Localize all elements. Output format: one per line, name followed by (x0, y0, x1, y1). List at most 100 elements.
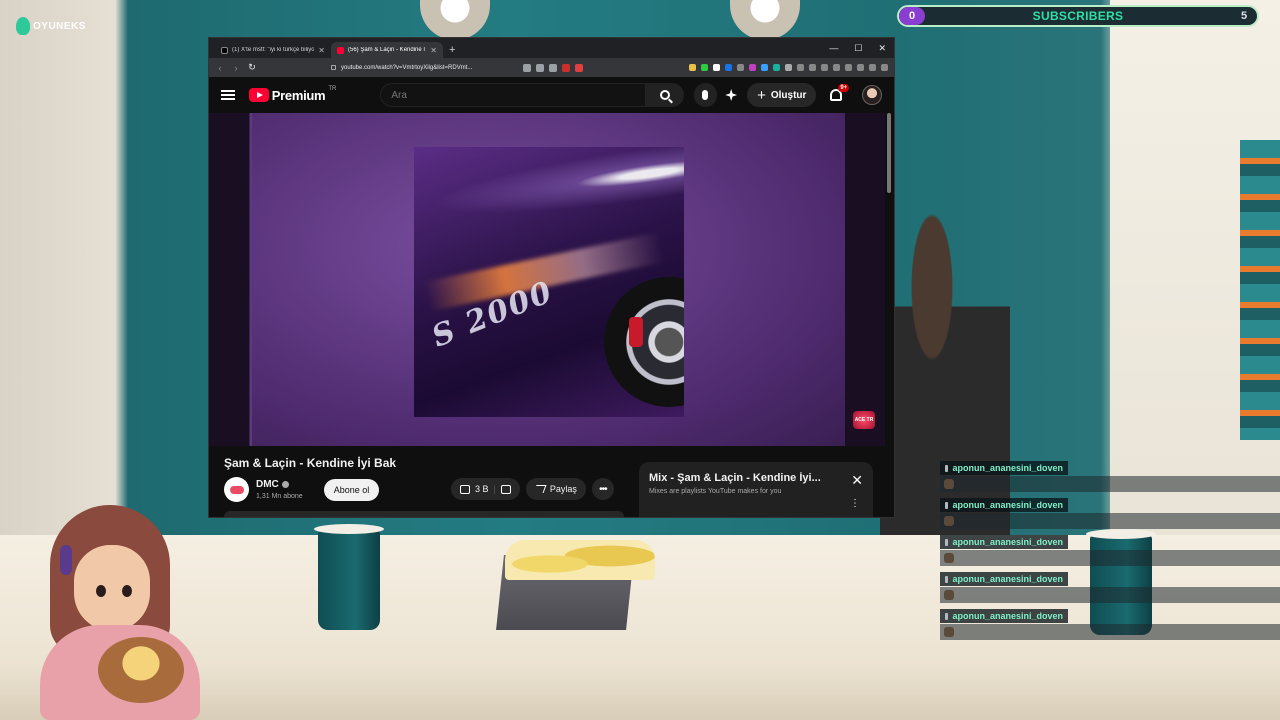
extension-icon[interactable] (821, 64, 828, 71)
youtube-icon (337, 46, 344, 54)
address-actions (523, 63, 583, 72)
channel-info: DMC 1,31 Mn abone (256, 479, 303, 500)
youtube-brand: Premium (271, 87, 326, 103)
close-icon[interactable]: ✕ (318, 46, 325, 55)
site-info-icon[interactable] (331, 65, 336, 70)
extension-icon[interactable] (749, 64, 756, 71)
cast-icon[interactable] (523, 63, 531, 72)
tab-label: (56) Şam & Laçin - Kendine İ (348, 47, 426, 53)
reload-icon[interactable]: ↻ (247, 62, 257, 73)
verified-icon (281, 481, 289, 488)
plus-icon: + (757, 86, 766, 104)
chat-username: aponun_ananesini_doven (952, 574, 1063, 584)
description-box[interactable] (224, 511, 624, 517)
kebab-menu-icon[interactable]: ⋮ (850, 499, 860, 509)
youtube-icon (248, 88, 269, 102)
close-icon[interactable]: ✕ (430, 46, 437, 55)
extension-toolbar (689, 64, 888, 71)
video-title: Şam & Laçin - Kendine İyi Bak (224, 456, 397, 470)
zoom-icon[interactable] (536, 63, 544, 72)
bell-icon[interactable]: 9+ (830, 84, 850, 101)
thumbs-up-icon (460, 484, 470, 494)
extension-icon[interactable] (857, 64, 864, 71)
chat-message: aponun_ananesini_doven (940, 461, 1280, 492)
streamer-avatar-character (30, 505, 210, 720)
url-field[interactable]: youtube.com/watch?v=VmtrtoyXilg&list=RDV… (331, 65, 511, 71)
ai-spark-icon[interactable] (725, 89, 738, 101)
youtube-logo[interactable]: Premium TR (248, 86, 336, 103)
minimize-button[interactable]: — (829, 43, 838, 54)
tab-strip: (1) X'te mstf: "iyi ki türkçe biliyorum … (209, 38, 894, 58)
mix-subtitle: Mixes are playlists YouTube makes for yo… (649, 488, 782, 495)
chat-message: aponun_ananesini_doven (940, 609, 1280, 640)
create-button[interactable]: + Oluştur (747, 83, 817, 107)
back-icon[interactable]: ‹ (215, 63, 225, 73)
extension-icon[interactable] (869, 64, 876, 71)
subscriber-label: SUBSCRIBERS (1032, 9, 1124, 23)
mix-title[interactable]: Mix - Şam & Laçin - Kendine İyi... (649, 472, 835, 484)
browser-window[interactable]: (1) X'te mstf: "iyi ki türkçe biliyorum … (208, 37, 895, 518)
search-button[interactable] (646, 83, 684, 107)
chat-username: aponun_ananesini_doven (952, 537, 1063, 547)
create-label: Oluştur (770, 89, 807, 101)
user-badge-icon (945, 575, 949, 583)
extension-icon[interactable] (809, 64, 816, 71)
search-input[interactable]: Ara (380, 83, 647, 107)
scrollbar[interactable] (887, 113, 891, 193)
emote-icon (944, 516, 954, 526)
subscriber-goal-bar: 0 SUBSCRIBERS 5 (897, 5, 1259, 27)
user-badge-icon (945, 538, 949, 546)
more-actions-button[interactable]: ••• (591, 478, 614, 500)
video-actions: 3 B | Paylaş ••• (451, 478, 614, 500)
extension-icon[interactable] (845, 64, 852, 71)
share-icon[interactable] (549, 63, 557, 72)
mic-icon (702, 90, 709, 100)
extension-icon[interactable] (881, 64, 888, 71)
tab-youtube[interactable]: (56) Şam & Laçin - Kendine İ ✕ (331, 42, 443, 58)
extension-icon[interactable] (773, 64, 780, 71)
channel-subscribers: 1,31 Mn abone (256, 493, 303, 500)
close-icon[interactable]: ✕ (851, 472, 863, 489)
maximize-button[interactable]: ☐ (854, 43, 862, 54)
extension-icon[interactable] (737, 64, 744, 71)
chat-message: aponun_ananesini_doven (940, 535, 1280, 566)
extension-icon[interactable] (689, 64, 696, 71)
extension-icon[interactable] (701, 64, 708, 71)
url-text: youtube.com/watch?v=VmtrtoyXilg&list=RDV… (341, 64, 473, 71)
like-dislike-button[interactable]: 3 B | (451, 478, 520, 500)
scene-shelf (1240, 140, 1280, 440)
forward-icon[interactable]: › (231, 63, 241, 73)
headset-icon (60, 545, 72, 575)
channel-watermark[interactable]: ACE TR (853, 411, 875, 429)
channel-name[interactable]: DMC (256, 479, 303, 490)
extension-icon[interactable] (562, 63, 570, 72)
close-button[interactable]: ✕ (878, 43, 886, 54)
extension-icon[interactable] (713, 64, 720, 71)
extension-icon[interactable] (725, 64, 732, 71)
album-cover: S 2000 (414, 147, 684, 417)
stream-logo: OYUNEKS (16, 17, 86, 35)
logo-text: OYUNEKS (33, 20, 86, 32)
extension-icon[interactable] (785, 64, 792, 71)
voice-search-button[interactable] (693, 83, 718, 107)
emote-icon (944, 590, 954, 600)
subscriber-goal: 5 (1240, 10, 1248, 22)
chat-message: aponun_ananesini_doven (940, 498, 1280, 529)
new-tab-button[interactable]: + (449, 44, 455, 56)
thumbs-down-icon[interactable] (500, 484, 511, 494)
channel-avatar[interactable] (224, 477, 249, 502)
share-button[interactable]: Paylaş (525, 478, 586, 500)
avatar[interactable] (862, 85, 883, 105)
menu-icon[interactable] (221, 90, 235, 100)
extension-icon[interactable] (833, 64, 840, 71)
tab-x[interactable]: (1) X'te mstf: "iyi ki türkçe biliyorum … (215, 42, 331, 58)
scene-lamp (420, 0, 490, 40)
extension-icon[interactable] (761, 64, 768, 71)
subscribe-button[interactable]: Abone ol (323, 478, 380, 501)
stream-chat: aponun_ananesini_doven aponun_ananesini_… (940, 461, 1280, 646)
extension-icon[interactable] (797, 64, 804, 71)
mix-playlist-panel[interactable]: Mix - Şam & Laçin - Kendine İyi... Mixes… (639, 462, 873, 517)
video-player[interactable]: S 2000 ACE TR (209, 113, 885, 446)
extension-icon[interactable] (575, 63, 583, 72)
like-count: 3 B (475, 484, 489, 494)
